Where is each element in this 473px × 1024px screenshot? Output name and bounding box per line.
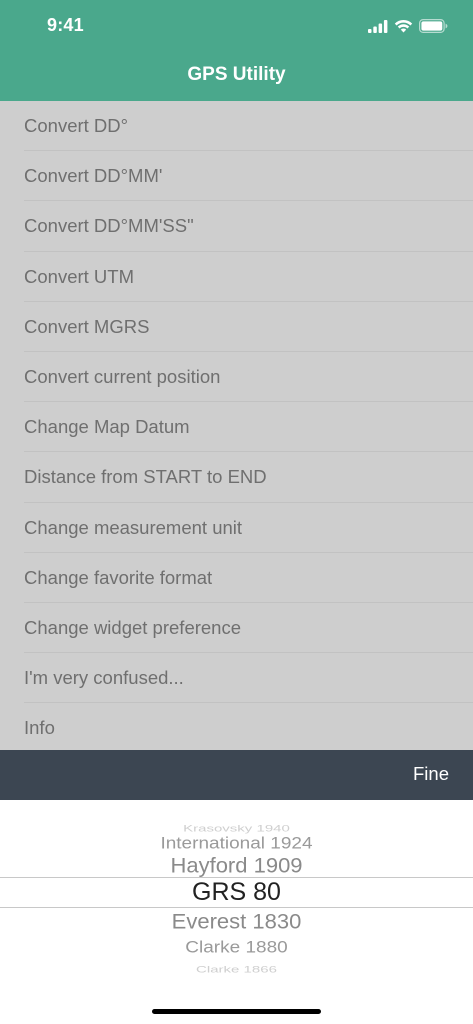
menu-item[interactable]: Change favorite format (0, 553, 473, 604)
menu-list: Convert DD° Convert DD°MM' Convert DD°MM'S… (0, 101, 473, 750)
picker-option[interactable]: Clarke 1866 (0, 961, 473, 980)
menu-item[interactable]: I'm very confused... (0, 653, 473, 704)
done-button[interactable]: Fine (413, 763, 449, 785)
picker-toolbar: Fine (0, 750, 473, 800)
menu-item[interactable]: Convert DD°MM' (0, 151, 473, 202)
menu-item[interactable]: Convert MGRS (0, 302, 473, 353)
nav-title: GPS Utility (187, 64, 286, 85)
header: 9:41 GPS Utility (0, 0, 473, 101)
menu-item[interactable]: Change widget preference (0, 603, 473, 654)
picker-option[interactable]: Clarke 1880 (0, 935, 473, 961)
menu-item[interactable]: Convert DD°MM'SS" (0, 201, 473, 252)
picker-option-selected[interactable]: GRS 80 (0, 877, 473, 907)
picker-option[interactable]: Everest 1830 (0, 908, 473, 937)
wifi-icon (394, 19, 413, 33)
picker-option[interactable]: Hayford 1909 (0, 852, 473, 881)
menu-item[interactable]: Change Map Datum (0, 402, 473, 453)
menu-item[interactable]: Convert DD° (0, 101, 473, 152)
battery-icon (419, 19, 448, 33)
menu-item[interactable]: Convert current position (0, 352, 473, 403)
status-time: 9:41 (47, 15, 84, 35)
menu-item[interactable]: Convert UTM (0, 252, 473, 302)
status-icons (368, 17, 448, 35)
menu-item[interactable]: Change measurement unit (0, 503, 473, 553)
cellular-signal-icon (368, 19, 388, 33)
menu-item[interactable]: Info (0, 703, 473, 750)
home-indicator[interactable] (152, 1009, 321, 1014)
datum-picker[interactable]: Krasovsky 1940 International 1924 Hayford … (0, 800, 473, 1024)
menu-item[interactable]: Distance from START to END (0, 452, 473, 503)
